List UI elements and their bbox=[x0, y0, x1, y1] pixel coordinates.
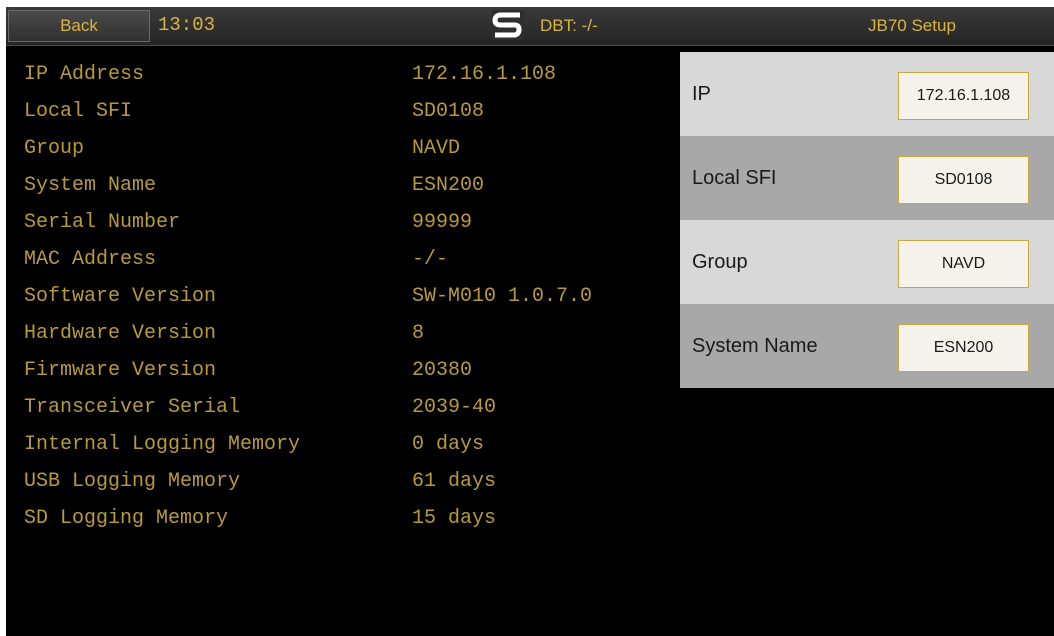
info-label: Internal Logging Memory bbox=[24, 433, 301, 456]
setting-label: Local SFI bbox=[692, 167, 777, 189]
info-row-ip-address: IP Address 172.16.1.108 bbox=[24, 63, 664, 100]
setting-label: IP bbox=[692, 83, 711, 105]
info-row-transceiver-serial: Transceiver Serial 2039-40 bbox=[24, 396, 664, 433]
device-screen: Back 13:03 DBT: -/- JB70 Setup IP Addres… bbox=[6, 7, 1054, 636]
info-label: Firmware Version bbox=[24, 359, 217, 382]
s-logo-icon bbox=[492, 10, 524, 40]
info-label: Software Version bbox=[24, 285, 217, 308]
setting-row-local-sfi[interactable]: Local SFI SD0108 bbox=[680, 136, 1054, 220]
info-row-firmware-version: Firmware Version 20380 bbox=[24, 359, 664, 396]
info-row-software-version: Software Version SW-M010 1.0.7.0 bbox=[24, 285, 664, 322]
setting-row-system-name[interactable]: System Name ESN200 bbox=[680, 304, 1054, 388]
info-value: 2039-40 bbox=[412, 396, 497, 419]
info-row-hardware-version: Hardware Version 8 bbox=[24, 322, 664, 359]
info-row-local-sfi: Local SFI SD0108 bbox=[24, 100, 664, 137]
system-info-list: IP Address 172.16.1.108 Local SFI SD0108… bbox=[24, 63, 664, 544]
setting-row-group[interactable]: Group NAVD bbox=[680, 220, 1054, 304]
info-row-group: Group NAVD bbox=[24, 137, 664, 174]
info-label: USB Logging Memory bbox=[24, 470, 241, 493]
local-sfi-field[interactable]: SD0108 bbox=[898, 156, 1029, 204]
group-field[interactable]: NAVD bbox=[898, 240, 1029, 288]
clock: 13:03 bbox=[158, 14, 216, 36]
info-value: NAVD bbox=[412, 137, 461, 160]
settings-panel: IP 172.16.1.108 Local SFI SD0108 Group N… bbox=[680, 52, 1054, 388]
info-label: IP Address bbox=[24, 63, 145, 86]
info-row-internal-logging-memory: Internal Logging Memory 0 days bbox=[24, 433, 664, 470]
info-label: Group bbox=[24, 137, 85, 160]
info-label: Serial Number bbox=[24, 211, 181, 234]
info-value: 15 days bbox=[412, 507, 497, 530]
system-name-field[interactable]: ESN200 bbox=[898, 324, 1029, 372]
info-label: SD Logging Memory bbox=[24, 507, 229, 530]
top-bar: Back 13:03 DBT: -/- JB70 Setup bbox=[6, 7, 1054, 46]
dbt-readout: DBT: -/- bbox=[540, 16, 598, 35]
info-value: ESN200 bbox=[412, 174, 485, 197]
info-value: SW-M010 1.0.7.0 bbox=[412, 285, 593, 308]
info-label: System Name bbox=[24, 174, 157, 197]
info-value: 0 days bbox=[412, 433, 485, 456]
page-title: JB70 Setup bbox=[868, 16, 956, 35]
info-label: MAC Address bbox=[24, 248, 157, 271]
info-label: Local SFI bbox=[24, 100, 133, 123]
ip-field[interactable]: 172.16.1.108 bbox=[898, 72, 1029, 120]
setting-row-ip[interactable]: IP 172.16.1.108 bbox=[680, 52, 1054, 136]
info-row-mac-address: MAC Address -/- bbox=[24, 248, 664, 285]
info-value: SD0108 bbox=[412, 100, 485, 123]
info-value: 20380 bbox=[412, 359, 473, 382]
info-value: -/- bbox=[412, 248, 449, 271]
info-value: 8 bbox=[412, 322, 425, 345]
setting-label: System Name bbox=[692, 335, 818, 357]
info-label: Hardware Version bbox=[24, 322, 217, 345]
back-button[interactable]: Back bbox=[8, 10, 150, 42]
info-row-system-name: System Name ESN200 bbox=[24, 174, 664, 211]
info-value: 99999 bbox=[412, 211, 473, 234]
info-value: 61 days bbox=[412, 470, 497, 493]
info-label: Transceiver Serial bbox=[24, 396, 241, 419]
info-row-serial-number: Serial Number 99999 bbox=[24, 211, 664, 248]
info-row-usb-logging-memory: USB Logging Memory 61 days bbox=[24, 470, 664, 507]
info-row-sd-logging-memory: SD Logging Memory 15 days bbox=[24, 507, 664, 544]
setting-label: Group bbox=[692, 251, 748, 273]
info-value: 172.16.1.108 bbox=[412, 63, 557, 86]
